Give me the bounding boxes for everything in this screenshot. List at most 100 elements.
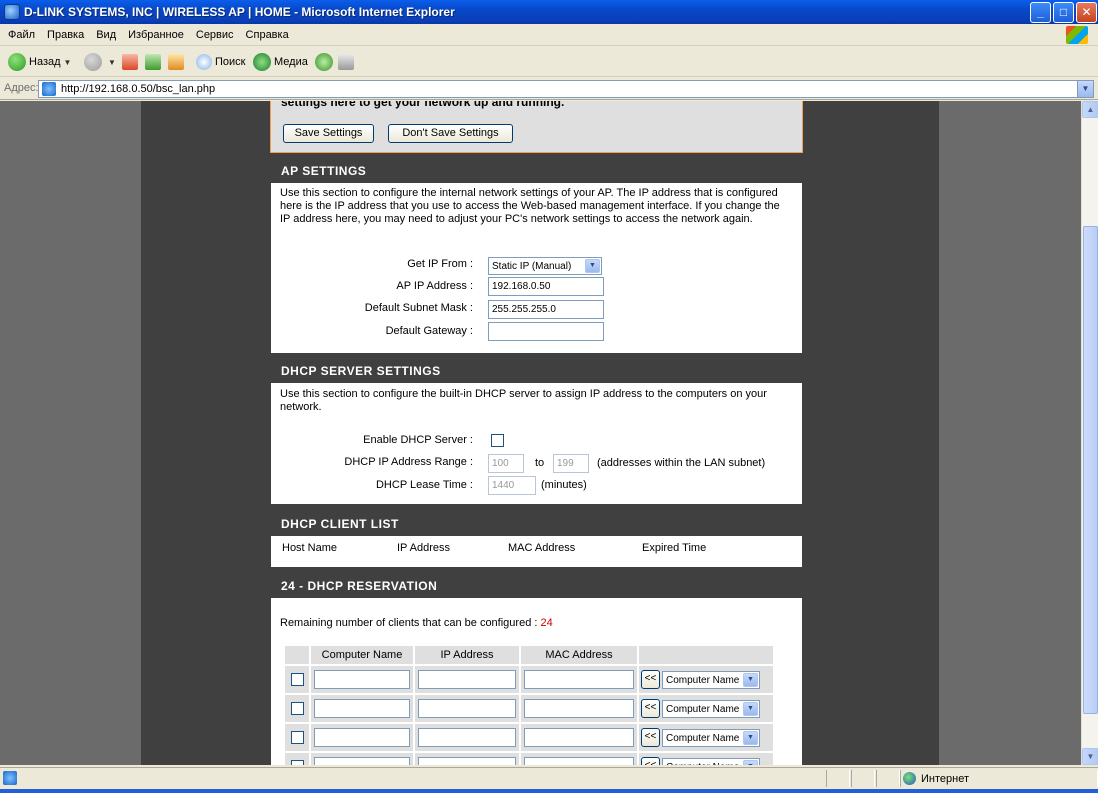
address-input[interactable]: http://192.168.0.50/bsc_lan.php ▼ — [38, 80, 1094, 98]
ap-settings-description: Use this section to configure the intern… — [280, 187, 780, 225]
save-settings-button[interactable]: Save Settings — [283, 124, 374, 143]
vertical-scrollbar[interactable]: ▲ ▼ — [1081, 101, 1098, 765]
home-icon — [168, 54, 184, 70]
reservation-col-ip: IP Address — [415, 646, 519, 664]
computer-name-select[interactable]: Computer Name▼ — [662, 670, 760, 689]
minimize-button[interactable]: _ — [1030, 2, 1051, 23]
stop-button[interactable] — [122, 52, 141, 72]
reservation-ip-input[interactable] — [418, 670, 516, 689]
dhcp-range-to: to — [535, 457, 545, 469]
forward-arrow-icon — [84, 53, 102, 71]
remaining-count: 24 — [540, 617, 553, 629]
menu-edit[interactable]: Правка — [41, 24, 90, 46]
status-divider — [826, 770, 850, 787]
reservation-col-check — [285, 646, 309, 664]
reservation-enable-checkbox[interactable] — [290, 731, 304, 744]
stop-icon — [122, 54, 138, 70]
status-bar: Интернет — [0, 767, 1098, 789]
intro-panel: settings here to get your network up and… — [270, 101, 803, 153]
address-url[interactable]: http://192.168.0.50/bsc_lan.php — [61, 83, 215, 95]
reservation-ip-input[interactable] — [418, 728, 516, 747]
address-dropdown-icon[interactable]: ▼ — [1077, 81, 1093, 97]
status-divider — [851, 770, 875, 787]
subnet-mask-input[interactable]: 255.255.255.0 — [488, 300, 604, 319]
mail-icon — [338, 54, 354, 70]
scroll-down-icon[interactable]: ▼ — [1082, 748, 1098, 765]
history-button[interactable] — [315, 52, 336, 72]
reservation-mac-input[interactable] — [524, 757, 634, 765]
dhcp-reservation-header: 24 - DHCP RESERVATION — [271, 574, 802, 598]
table-row: <<Computer Name▼ — [285, 695, 773, 722]
copy-computer-button[interactable]: << — [641, 699, 660, 718]
status-zone: Интернет — [903, 772, 969, 785]
reservation-mac-input[interactable] — [524, 699, 634, 718]
address-bar: Адрес: http://192.168.0.50/bsc_lan.php ▼ — [0, 78, 1098, 100]
computer-name-input[interactable] — [314, 670, 410, 689]
scroll-up-icon[interactable]: ▲ — [1082, 101, 1098, 118]
address-label: Адрес: — [4, 82, 39, 94]
get-ip-label: Get IP From : — [407, 258, 473, 270]
menu-view[interactable]: Вид — [90, 24, 122, 46]
intro-text: settings here to get your network up and… — [281, 101, 565, 109]
computer-name-select[interactable]: Computer Name▼ — [662, 699, 760, 718]
forward-button[interactable]: ▼ — [84, 52, 122, 72]
menu-help[interactable]: Справка — [240, 24, 295, 46]
reservation-mac-input[interactable] — [524, 670, 634, 689]
client-col-host: Host Name — [282, 542, 338, 554]
reservation-ip-input[interactable] — [418, 699, 516, 718]
dhcp-client-section: DHCP CLIENT LIST Host Name IP Address MA… — [270, 511, 803, 568]
reservation-enable-checkbox[interactable] — [290, 702, 304, 715]
client-col-expired: Expired Time — [642, 542, 707, 554]
get-ip-select[interactable]: Static IP (Manual) ▼ — [488, 257, 602, 275]
chevron-down-icon[interactable]: ▼ — [108, 58, 116, 67]
menu-tools[interactable]: Сервис — [190, 24, 240, 46]
lease-time-input[interactable]: 1440 — [488, 476, 536, 495]
media-label: Медиа — [274, 56, 308, 68]
page-viewport: settings here to get your network up and… — [0, 101, 1081, 765]
menu-file[interactable]: Файл — [2, 24, 41, 46]
enable-dhcp-checkbox[interactable] — [491, 434, 504, 447]
computer-name-select-value: Computer Name — [666, 762, 739, 766]
reservation-enable-checkbox[interactable] — [290, 760, 304, 765]
chevron-down-icon[interactable]: ▼ — [743, 672, 758, 687]
search-label: Поиск — [215, 56, 246, 68]
computer-name-select[interactable]: Computer Name▼ — [662, 728, 760, 747]
dont-save-settings-button[interactable]: Don't Save Settings — [388, 124, 513, 143]
search-button[interactable]: Поиск — [196, 52, 245, 72]
scrollbar-thumb[interactable] — [1083, 226, 1098, 714]
ap-ip-input[interactable]: 192.168.0.50 — [488, 277, 604, 296]
chevron-down-icon[interactable]: ▼ — [743, 701, 758, 716]
chevron-down-icon[interactable]: ▼ — [743, 730, 758, 745]
computer-name-input[interactable] — [314, 728, 410, 747]
dhcp-range-end-input[interactable]: 199 — [553, 454, 589, 473]
media-icon — [253, 53, 271, 71]
reservation-header-row: Computer Name IP Address MAC Address — [285, 646, 773, 664]
copy-computer-button[interactable]: << — [641, 728, 660, 747]
reservation-ip-input[interactable] — [418, 757, 516, 765]
copy-computer-button[interactable]: << — [641, 757, 660, 765]
dhcp-range-note: (addresses within the LAN subnet) — [597, 457, 766, 469]
taskbar-edge — [0, 789, 1098, 793]
media-button[interactable]: Медиа — [253, 52, 308, 72]
mail-button[interactable] — [338, 52, 357, 72]
reservation-enable-checkbox[interactable] — [290, 673, 304, 686]
chevron-down-icon[interactable]: ▼ — [585, 259, 600, 273]
computer-name-input[interactable] — [314, 699, 410, 718]
dhcp-range-start-input[interactable]: 100 — [488, 454, 524, 473]
table-row: <<Computer Name▼ — [285, 666, 773, 693]
menu-favorites[interactable]: Избранное — [122, 24, 190, 46]
reservation-mac-input[interactable] — [524, 728, 634, 747]
lease-time-unit: (minutes) — [541, 479, 587, 491]
dhcp-client-header: DHCP CLIENT LIST — [271, 512, 802, 536]
chevron-down-icon[interactable]: ▼ — [743, 759, 758, 765]
copy-computer-button[interactable]: << — [641, 670, 660, 689]
computer-name-select[interactable]: Computer Name ▼ — [662, 757, 760, 766]
computer-name-input[interactable] — [314, 757, 410, 765]
home-button[interactable] — [168, 52, 187, 72]
chevron-down-icon[interactable]: ▼ — [64, 58, 72, 67]
back-button[interactable]: Назад ▼ — [8, 52, 77, 72]
close-button[interactable]: ✕ — [1076, 2, 1097, 23]
maximize-button[interactable]: □ — [1053, 2, 1074, 23]
gateway-input[interactable] — [488, 322, 604, 341]
refresh-button[interactable] — [145, 52, 164, 72]
